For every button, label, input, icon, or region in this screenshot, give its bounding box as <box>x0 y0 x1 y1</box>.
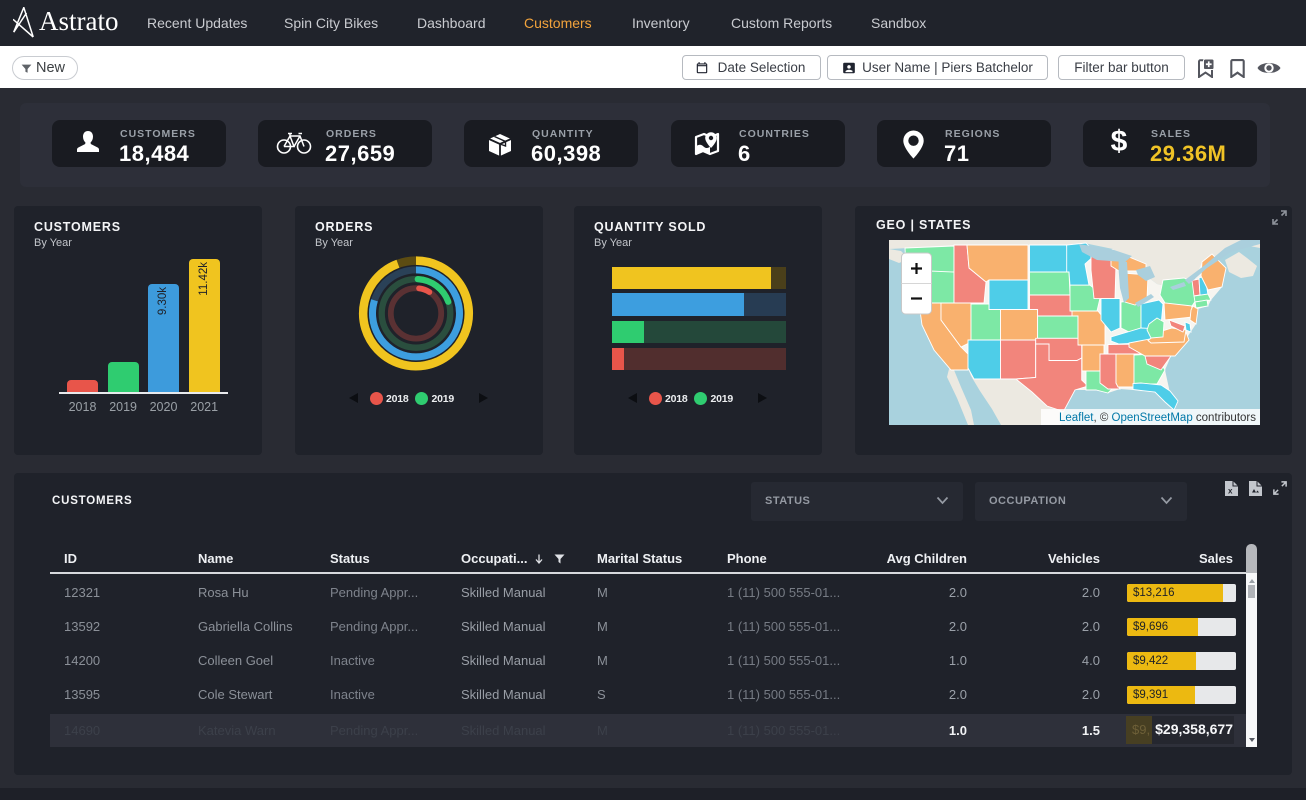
svg-text:Leaflet, © OpenStreetMap contr: Leaflet, © OpenStreetMap contributors <box>1059 412 1256 424</box>
svg-text:x: x <box>1228 487 1233 496</box>
